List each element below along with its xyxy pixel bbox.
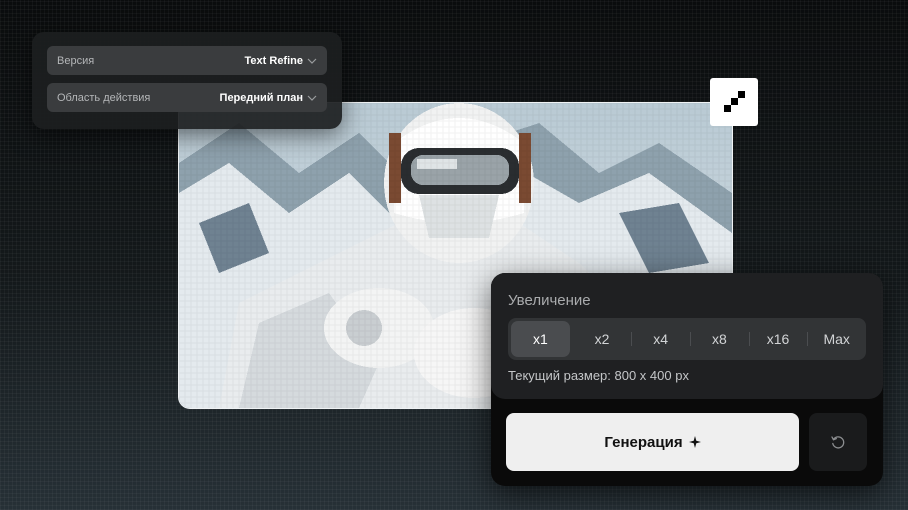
current-size-text: Текущий размер: 800 x 400 px — [508, 368, 689, 383]
pixelate-badge[interactable] — [710, 78, 758, 126]
generate-button[interactable]: Генерация — [506, 413, 799, 471]
scale-option-x4[interactable]: x4 — [631, 318, 690, 360]
chevron-down-icon — [307, 95, 317, 101]
scope-value: Передний план — [219, 91, 303, 104]
scale-option-x2[interactable]: x2 — [573, 318, 632, 360]
chevron-down-icon — [307, 58, 317, 64]
scope-label: Область действия — [57, 91, 151, 104]
version-label: Версия — [57, 54, 95, 67]
upscale-panel: Увеличение x1 x2 x4 x8 x16 Max Текущий р… — [491, 273, 883, 486]
pixelate-icon — [724, 91, 745, 112]
generate-label: Генерация — [604, 433, 683, 451]
reset-button[interactable] — [809, 413, 867, 471]
scope-select[interactable]: Область действия Передний план — [47, 83, 327, 112]
scale-option-max[interactable]: Max — [807, 318, 866, 360]
version-select[interactable]: Версия Text Refine — [47, 46, 327, 75]
upscale-options-card: Увеличение x1 x2 x4 x8 x16 Max Текущий р… — [491, 273, 883, 399]
version-value: Text Refine — [244, 54, 303, 67]
scale-option-x1[interactable]: x1 — [511, 321, 570, 357]
sparkle-icon — [688, 436, 701, 448]
reset-icon — [831, 436, 845, 449]
scale-option-x16[interactable]: x16 — [748, 318, 808, 360]
scale-option-x8[interactable]: x8 — [690, 318, 749, 360]
upscale-title: Увеличение — [508, 292, 591, 309]
scale-selector: x1 x2 x4 x8 x16 Max — [508, 318, 866, 360]
settings-panel: Версия Text Refine Область действия Пере… — [32, 32, 342, 129]
